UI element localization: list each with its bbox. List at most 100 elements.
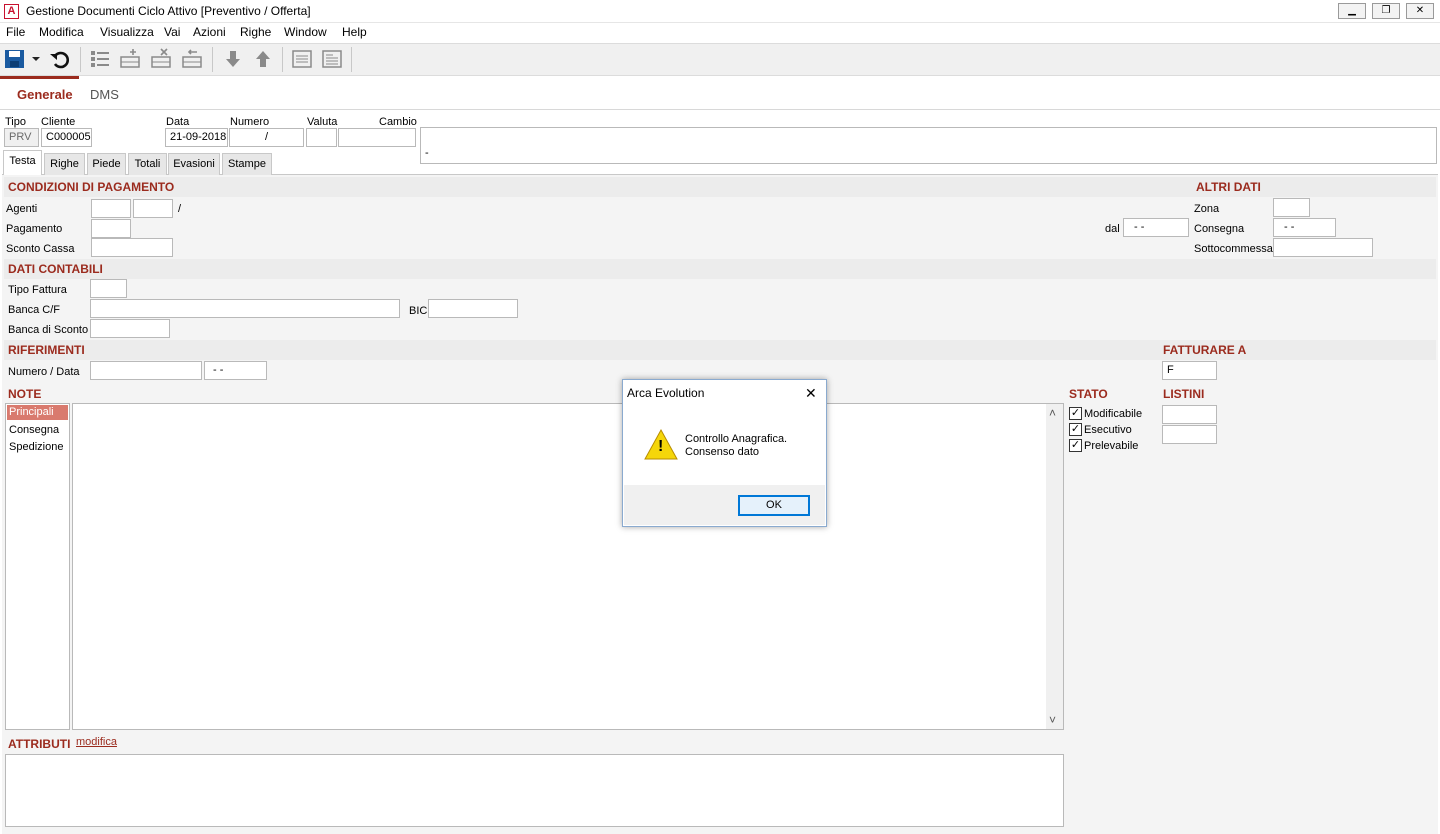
dialog-message-line1: Controllo Anagrafica. xyxy=(685,433,788,445)
modificabile-checkbox[interactable]: ✓ xyxy=(1069,407,1082,420)
tab-testa[interactable]: Testa xyxy=(3,150,42,175)
data-field[interactable]: 21-09-2018 xyxy=(165,128,228,147)
arrow-up-icon[interactable] xyxy=(252,48,274,70)
attributi-modifica-link[interactable]: modifica xyxy=(76,736,117,748)
esecutivo-label: Esecutivo xyxy=(1084,424,1132,436)
cambio-label: Cambio xyxy=(379,116,417,128)
banca-sconto-field[interactable] xyxy=(90,319,170,338)
consegna-field[interactable]: - - xyxy=(1273,218,1336,237)
toolbar-separator xyxy=(212,47,213,72)
prelevabile-checkbox[interactable]: ✓ xyxy=(1069,439,1082,452)
agente2-field[interactable] xyxy=(133,199,173,218)
agenti-separator: / xyxy=(178,203,182,215)
save-icon[interactable] xyxy=(4,48,26,70)
sottocommessa-field[interactable] xyxy=(1273,238,1373,257)
app-icon: A xyxy=(4,4,19,19)
dal-label: dal xyxy=(1105,223,1120,235)
save-dropdown-icon[interactable] xyxy=(31,55,41,63)
fatturare-a-field[interactable]: F xyxy=(1162,361,1217,380)
ok-button[interactable]: OK xyxy=(738,495,810,516)
tipo-fattura-field[interactable] xyxy=(90,279,127,298)
note-scrollbar[interactable] xyxy=(1046,404,1063,729)
tipo-label: Tipo xyxy=(5,116,26,128)
modificabile-label: Modificabile xyxy=(1084,408,1143,420)
tab-totali[interactable]: Totali xyxy=(128,153,167,175)
numero-label: Numero xyxy=(230,116,270,128)
attributi-title: ATTRIBUTI xyxy=(8,737,71,751)
bic-label: BIC xyxy=(409,305,428,317)
valuta-label: Valuta xyxy=(307,116,338,128)
menu-window[interactable]: Window xyxy=(284,25,327,39)
add-row-icon[interactable] xyxy=(119,48,141,70)
tab-generale[interactable]: Generale xyxy=(17,87,73,102)
minimize-button[interactable]: ▁ xyxy=(1338,3,1366,19)
listino1-field[interactable] xyxy=(1162,405,1217,424)
cliente-label: Cliente xyxy=(41,116,76,128)
agenti-label: Agenti xyxy=(6,203,38,215)
prelevabile-label: Prelevabile xyxy=(1084,440,1139,452)
riferimento-numero-field[interactable] xyxy=(90,361,202,380)
scroll-up-icon[interactable]: ˄ xyxy=(1049,406,1056,420)
zona-field[interactable] xyxy=(1273,198,1310,217)
menu-vai[interactable]: Vai xyxy=(164,25,180,39)
toolbar-separator xyxy=(282,47,283,72)
tab-evasioni[interactable]: Evasioni xyxy=(168,153,220,175)
note-item-consegna[interactable]: Consegna xyxy=(9,424,59,436)
toolbar xyxy=(0,43,1440,76)
bic-field[interactable] xyxy=(428,299,518,318)
tab-stampe[interactable]: Stampe xyxy=(222,153,272,175)
riferimenti-title: RIFERIMENTI xyxy=(8,343,85,357)
fatturare-a-title: FATTURARE A xyxy=(1163,343,1247,357)
tipo-field[interactable]: PRV xyxy=(4,128,39,147)
arrow-down-icon[interactable] xyxy=(222,48,244,70)
numero-field[interactable]: / xyxy=(229,128,304,147)
cambio-field[interactable] xyxy=(338,128,416,147)
list-icon[interactable] xyxy=(89,48,111,70)
banca-cf-label: Banca C/F xyxy=(8,304,60,316)
pagamento-field[interactable] xyxy=(91,219,131,238)
sconto-cassa-label: Sconto Cassa xyxy=(6,243,75,255)
listino2-field[interactable] xyxy=(1162,425,1217,444)
dialog-close-button[interactable]: ✕ xyxy=(805,385,817,402)
dialog-message-line2: Consenso dato xyxy=(685,446,759,458)
agente1-field[interactable] xyxy=(91,199,131,218)
menu-visualizza[interactable]: Visualizza xyxy=(100,25,154,39)
page-lines-icon[interactable] xyxy=(321,48,343,70)
tab-piede[interactable]: Piede xyxy=(87,153,126,175)
esecutivo-checkbox[interactable]: ✓ xyxy=(1069,423,1082,436)
consegna-label: Consegna xyxy=(1194,223,1245,235)
nav-divider xyxy=(0,109,1440,110)
valuta-field[interactable] xyxy=(306,128,337,147)
delete-row-icon[interactable] xyxy=(150,48,172,70)
scroll-down-icon[interactable]: ˅ xyxy=(1049,713,1056,727)
menu-modifica[interactable]: Modifica xyxy=(39,25,84,39)
page-icon[interactable] xyxy=(291,48,313,70)
dati-contabili-title: DATI CONTABILI xyxy=(8,262,103,276)
dialog-title: Arca Evolution xyxy=(627,386,705,400)
altri-dati-title: ALTRI DATI xyxy=(1196,180,1261,194)
menu-azioni[interactable]: Azioni xyxy=(193,25,226,39)
menu-righe[interactable]: Righe xyxy=(240,25,271,39)
riferimento-data-field[interactable]: - - xyxy=(204,361,267,380)
note-item-principali[interactable]: Principali xyxy=(7,405,68,420)
zona-label: Zona xyxy=(1194,203,1220,215)
attributi-box xyxy=(5,754,1064,827)
description-field[interactable]: - xyxy=(420,127,1437,164)
insert-row-icon[interactable] xyxy=(181,48,203,70)
sconto-cassa-field[interactable] xyxy=(91,238,173,257)
menu-help[interactable]: Help xyxy=(342,25,367,39)
tab-righe[interactable]: Righe xyxy=(44,153,85,175)
note-item-spedizione[interactable]: Spedizione xyxy=(9,441,63,453)
close-window-button[interactable]: ✕ xyxy=(1406,3,1434,19)
undo-icon[interactable] xyxy=(49,48,71,70)
restore-button[interactable]: ❐ xyxy=(1372,3,1400,19)
toolbar-separator xyxy=(351,47,352,72)
cliente-field[interactable]: C000005 xyxy=(41,128,92,147)
note-textarea[interactable] xyxy=(72,403,1064,730)
dal-field[interactable]: - - xyxy=(1123,218,1189,237)
tab-dms[interactable]: DMS xyxy=(90,87,119,102)
tipo-fattura-label: Tipo Fattura xyxy=(8,284,67,296)
warning-glyph: ! xyxy=(658,438,664,455)
menu-file[interactable]: File xyxy=(6,25,25,39)
banca-cf-field[interactable] xyxy=(90,299,400,318)
